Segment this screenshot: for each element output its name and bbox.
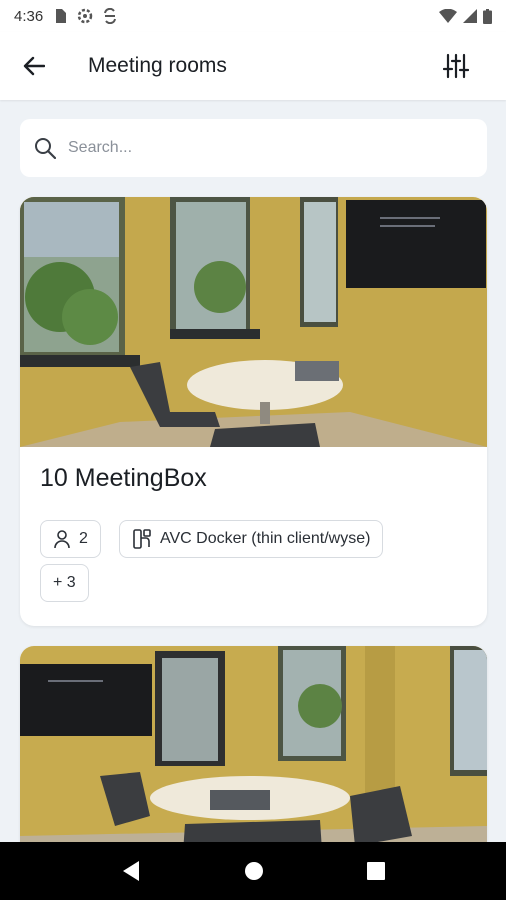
sync-icon	[104, 8, 117, 24]
nav-recents-icon[interactable]	[366, 862, 385, 880]
room-card[interactable]: 10 MeetingBox 2 AVC Docker (thin client/…	[20, 197, 487, 626]
settings-gear-icon	[77, 8, 93, 24]
status-bar: 4:36	[0, 0, 506, 32]
room-photo	[20, 197, 487, 447]
equipment-label: AVC Docker (thin client/wyse)	[160, 530, 371, 547]
status-right	[439, 8, 492, 24]
sim-card-icon	[56, 9, 67, 23]
battery-icon	[483, 8, 492, 24]
more-features-chip[interactable]: + 3	[40, 564, 89, 602]
cellular-signal-icon	[463, 9, 477, 23]
back-button[interactable]	[16, 48, 52, 84]
nav-back-icon[interactable]	[121, 860, 141, 882]
room-photo	[20, 646, 487, 842]
room-list[interactable]: Search... 10 MeetingBox 2 AVC Docker (th…	[0, 100, 506, 842]
app-bar: Meeting rooms	[0, 32, 506, 100]
filter-sliders-icon	[443, 53, 469, 79]
more-features-label: + 3	[53, 574, 76, 591]
wifi-icon	[439, 9, 457, 23]
arrow-back-icon	[23, 56, 45, 76]
room-card[interactable]	[20, 646, 487, 842]
capacity-value: 2	[79, 530, 88, 547]
docking-station-icon	[133, 529, 151, 549]
status-left: 4:36	[14, 8, 117, 25]
page-title: Meeting rooms	[88, 54, 227, 77]
search-icon	[35, 138, 56, 159]
equipment-chip: AVC Docker (thin client/wyse)	[119, 520, 384, 558]
search-input[interactable]: Search...	[68, 139, 132, 157]
nav-home-icon[interactable]	[244, 861, 264, 881]
search-bar[interactable]: Search...	[20, 119, 487, 177]
capacity-chip: 2	[40, 520, 101, 558]
filter-button[interactable]	[436, 46, 476, 86]
status-time: 4:36	[14, 7, 44, 25]
room-title: 10 MeetingBox	[40, 464, 207, 492]
person-icon	[54, 530, 70, 549]
system-navigation-bar	[0, 842, 506, 900]
